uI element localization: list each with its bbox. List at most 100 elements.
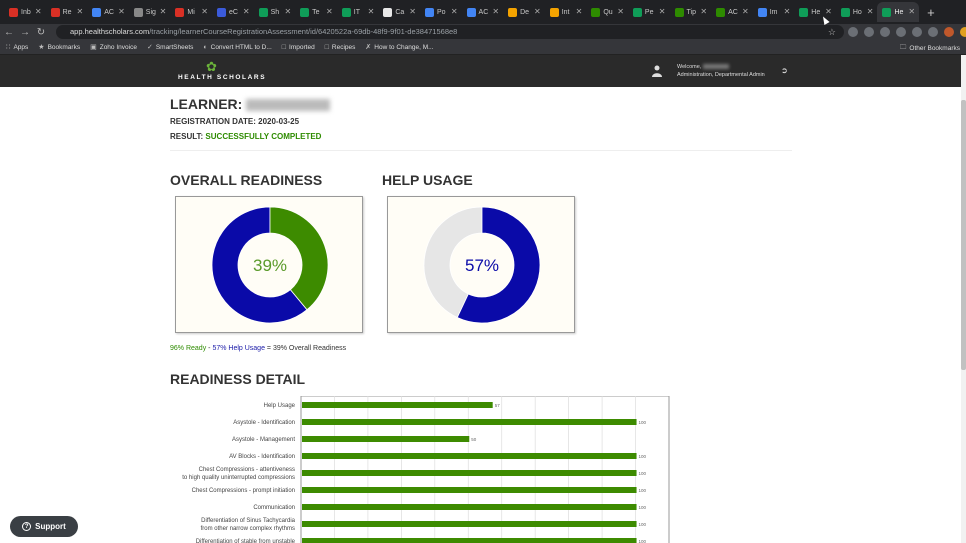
browser-tab[interactable]: Sig ✕ — [129, 2, 171, 22]
browser-tab[interactable]: Po ✕ — [420, 2, 462, 22]
new-tab-button[interactable]: + — [927, 5, 935, 20]
category-label: AV Blocks - Identification — [229, 454, 295, 460]
tab-close-icon[interactable]: ✕ — [908, 7, 915, 16]
browser-tab[interactable]: Ca ✕ — [378, 2, 420, 22]
extension-icon[interactable] — [928, 27, 938, 37]
tab-close-icon[interactable]: ✕ — [492, 7, 499, 16]
url-field[interactable]: app.healthscholars.com/tracking/learnerC… — [56, 25, 844, 39]
tab-label: Re — [62, 8, 72, 16]
tab-close-icon[interactable]: ✕ — [284, 7, 291, 16]
support-label: Support — [35, 522, 66, 531]
user-icon[interactable] — [652, 65, 662, 77]
browser-tab[interactable]: Inb ✕ — [4, 2, 46, 22]
tab-label: De — [520, 8, 530, 16]
bookmark-item[interactable]: ∷ Apps — [6, 43, 28, 52]
bookmark-item[interactable]: ▣ Zoho Invoice — [90, 43, 137, 52]
tab-favicon-icon — [757, 7, 767, 17]
tab-close-icon[interactable]: ✕ — [534, 7, 541, 16]
logout-icon[interactable]: ➲ — [781, 66, 788, 75]
registration-date: REGISTRATION DATE: 2020-03-25 — [170, 117, 299, 126]
category-label: Help Usage — [264, 403, 296, 409]
readiness-summary: 96% Ready - 57% Help Usage = 39% Overall… — [170, 345, 346, 352]
divider — [170, 150, 792, 151]
browser-tab[interactable]: Int ✕ — [545, 2, 587, 22]
tab-close-icon[interactable]: ✕ — [160, 7, 167, 16]
bookmark-star-icon[interactable]: ☆ — [828, 25, 836, 39]
extension-icon[interactable] — [864, 27, 874, 37]
convert-icon: ◐ — [203, 43, 208, 51]
extension-icon[interactable] — [880, 27, 890, 37]
tab-close-icon[interactable]: ✕ — [659, 7, 666, 16]
browser-tab[interactable]: AC ✕ — [462, 2, 504, 22]
browser-tab[interactable]: Mi ✕ — [170, 2, 212, 22]
scrollbar-thumb[interactable] — [961, 100, 966, 370]
browser-tab[interactable]: He ✕ — [794, 2, 836, 22]
browser-tab[interactable]: AC ✕ — [711, 2, 753, 22]
browser-tab[interactable]: IT ✕ — [337, 2, 379, 22]
browser-tab[interactable]: Te ✕ — [295, 2, 337, 22]
category-label: from other narrow complex rhythms — [201, 526, 295, 532]
category-label: Differentiation of stable from unstable — [196, 539, 296, 543]
support-button[interactable]: ? Support — [10, 516, 78, 537]
bookmark-item[interactable]: □ Recipes — [325, 44, 356, 51]
tab-close-icon[interactable]: ✕ — [617, 7, 624, 16]
help-usage-donut: 57% — [423, 206, 541, 324]
extension-icon[interactable] — [896, 27, 906, 37]
tab-close-icon[interactable]: ✕ — [76, 7, 83, 16]
profile-avatar[interactable] — [944, 27, 954, 37]
page-scrollbar[interactable] — [961, 55, 966, 543]
folder-icon: □ — [324, 43, 329, 51]
other-bookmarks[interactable]: 🗀 Other Bookmarks — [900, 43, 960, 54]
tab-close-icon[interactable]: ✕ — [576, 7, 583, 16]
tab-close-icon[interactable]: ✕ — [742, 7, 749, 16]
tab-favicon-icon — [383, 7, 393, 17]
tab-favicon-icon — [258, 7, 268, 17]
tab-close-icon[interactable]: ✕ — [368, 7, 375, 16]
star-icon: ★ — [38, 44, 45, 51]
reload-icon[interactable]: ↻ — [34, 27, 48, 38]
bookmark-item[interactable]: ★ Bookmarks — [38, 43, 80, 52]
browser-tab[interactable]: Re ✕ — [46, 2, 88, 22]
redacted-user-name — [702, 64, 729, 70]
bar — [302, 436, 470, 442]
tab-label: AC — [728, 8, 738, 16]
browser-tab[interactable]: eC ✕ — [212, 2, 254, 22]
summary-equals: = — [264, 345, 273, 352]
tab-close-icon[interactable]: ✕ — [35, 7, 42, 16]
tab-close-icon[interactable]: ✕ — [201, 7, 208, 16]
user-role: Administration, Departmental Admin — [677, 72, 765, 78]
tab-close-icon[interactable]: ✕ — [118, 7, 125, 16]
health-scholars-logo[interactable]: ✿ HEALTH SCHOLARS — [178, 59, 268, 83]
browser-tab[interactable]: AC ✕ — [87, 2, 129, 22]
tab-close-icon[interactable]: ✕ — [784, 7, 791, 16]
tab-close-icon[interactable]: ✕ — [451, 7, 458, 16]
tab-close-icon[interactable]: ✕ — [867, 7, 874, 16]
forward-icon[interactable]: → — [18, 27, 32, 38]
bookmark-item[interactable]: ✗ How to Change, M... — [365, 43, 433, 52]
browser-tab[interactable]: Tip ✕ — [670, 2, 712, 22]
tab-favicon-icon — [799, 7, 809, 17]
browser-tab[interactable]: He ✕ — [877, 2, 920, 22]
back-icon[interactable]: ← — [2, 27, 16, 38]
tab-close-icon[interactable]: ✕ — [409, 7, 416, 16]
bar-value-label: 57 — [495, 403, 501, 408]
browser-tab[interactable]: Qu ✕ — [586, 2, 628, 22]
bookmark-item[interactable]: ✓ SmartSheets — [147, 43, 193, 52]
logo-text: HEALTH SCHOLARS — [178, 74, 267, 81]
browser-address-bar: ← → ↻ app.healthscholars.com/tracking/le… — [0, 24, 966, 40]
browser-tab[interactable]: Im ✕ — [753, 2, 795, 22]
browser-tab[interactable]: Sh ✕ — [254, 2, 296, 22]
extension-icon[interactable] — [848, 27, 858, 37]
browser-tab[interactable]: Ho ✕ — [836, 2, 878, 22]
tab-close-icon[interactable]: ✕ — [700, 7, 707, 16]
tab-close-icon[interactable]: ✕ — [326, 7, 333, 16]
tab-close-icon[interactable]: ✕ — [825, 7, 832, 16]
browser-tab[interactable]: Pe ✕ — [628, 2, 670, 22]
browser-tab[interactable]: De ✕ — [503, 2, 545, 22]
tab-label: Po — [436, 8, 446, 16]
bookmark-item[interactable]: ◐ Convert HTML to D... — [203, 44, 271, 51]
extension-icon[interactable] — [912, 27, 922, 37]
bookmark-item[interactable]: □ Imported — [282, 44, 315, 51]
profile-avatar[interactable] — [960, 27, 966, 37]
tab-close-icon[interactable]: ✕ — [243, 7, 250, 16]
